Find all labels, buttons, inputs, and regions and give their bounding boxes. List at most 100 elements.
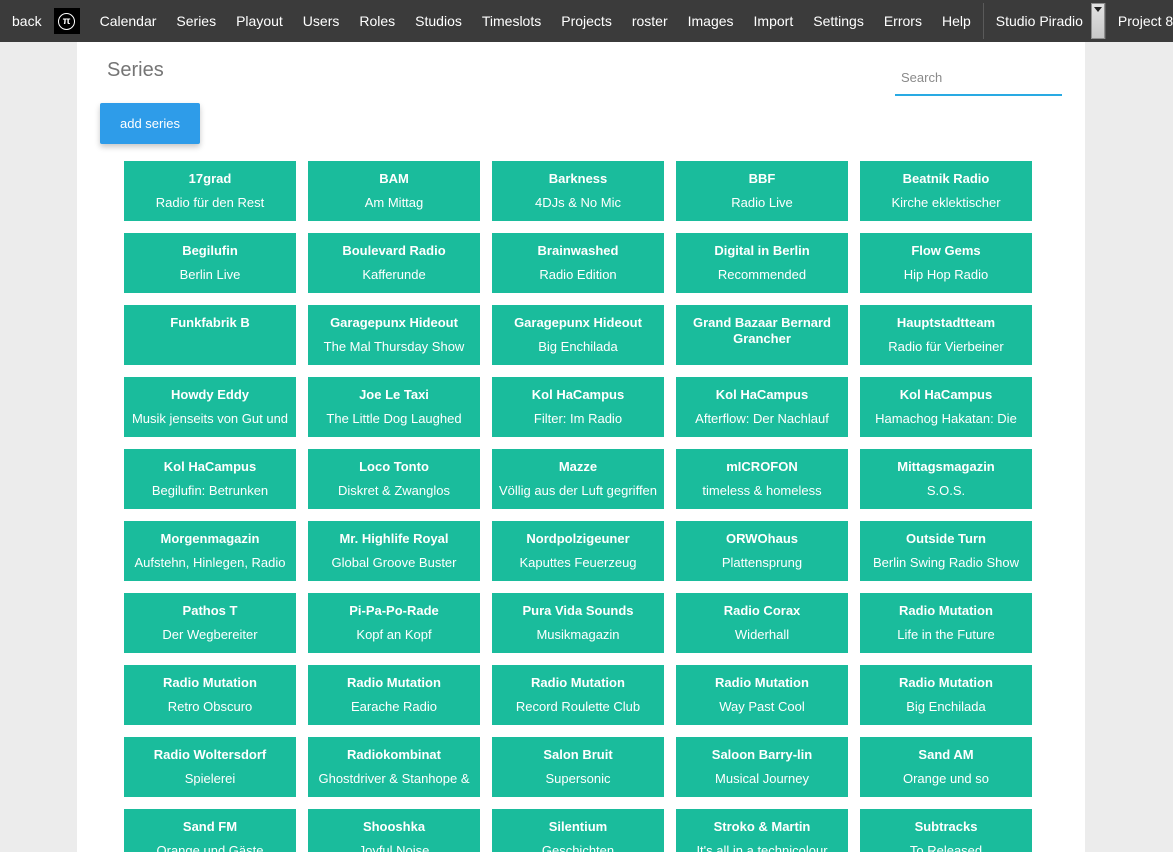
series-card[interactable]: Kol HaCampus Afterflow: Der Nachlauf	[676, 377, 848, 437]
nav-links: Calendar Series Playout Users Roles Stud…	[90, 13, 981, 29]
series-card[interactable]: Radio Mutation Retro Obscuro	[124, 665, 296, 725]
series-title: Radio Mutation	[498, 675, 658, 691]
series-card[interactable]: Kol HaCampus Filter: Im Radio	[492, 377, 664, 437]
series-title: Garagepunx Hideout	[314, 315, 474, 331]
app-logo[interactable]: π	[54, 8, 80, 34]
nav-item-help[interactable]: Help	[932, 13, 981, 29]
series-card[interactable]: Hauptstadtteam Radio für Vierbeiner	[860, 305, 1032, 365]
series-card[interactable]: Outside Turn Berlin Swing Radio Show	[860, 521, 1032, 581]
series-card[interactable]: Salon Bruit Supersonic	[492, 737, 664, 797]
series-card[interactable]: Mittagsmagazin S.O.S.	[860, 449, 1032, 509]
nav-item-series[interactable]: Series	[166, 13, 226, 29]
nav-item-playout[interactable]: Playout	[226, 13, 293, 29]
series-card[interactable]: Radio Corax Widerhall	[676, 593, 848, 653]
series-card[interactable]: Barkness 4DJs & No Mic	[492, 161, 664, 221]
series-card[interactable]: Boulevard Radio Kafferunde	[308, 233, 480, 293]
series-card[interactable]: Saloon Barry-lin Musical Journey	[676, 737, 848, 797]
series-card[interactable]: Mr. Highlife Royal Global Groove Buster	[308, 521, 480, 581]
series-card[interactable]: Sand FM Orange und Gäste	[124, 809, 296, 852]
nav-item-roles[interactable]: Roles	[349, 13, 405, 29]
nav-item-studios[interactable]: Studios	[405, 13, 472, 29]
series-card[interactable]: Howdy Eddy Musik jenseits von Gut und	[124, 377, 296, 437]
chevron-down-icon[interactable]	[1091, 3, 1105, 39]
series-subtitle: Orange und so	[866, 771, 1026, 786]
add-series-button[interactable]: add series	[100, 103, 200, 144]
series-subtitle: Hip Hop Radio	[866, 267, 1026, 282]
series-card[interactable]: Stroko & Martin It's all in a technicolo…	[676, 809, 848, 852]
series-card[interactable]: BBF Radio Live	[676, 161, 848, 221]
project-select[interactable]: Project 88vier	[1105, 3, 1173, 39]
series-card[interactable]: Morgenmagazin Aufstehn, Hinlegen, Radio	[124, 521, 296, 581]
nav-item-errors[interactable]: Errors	[874, 13, 932, 29]
series-card[interactable]: ORWOhaus Plattensprung	[676, 521, 848, 581]
series-card[interactable]: Brainwashed Radio Edition	[492, 233, 664, 293]
series-subtitle: Kirche eklektischer	[866, 195, 1026, 210]
series-card[interactable]: Begilufin Berlin Live	[124, 233, 296, 293]
content-panel: Series add series 17grad Radio für den R…	[77, 42, 1085, 852]
series-card[interactable]: BAM Am Mittag	[308, 161, 480, 221]
series-card[interactable]: Radiokombinat Ghostdriver & Stanhope &	[308, 737, 480, 797]
series-subtitle: The Little Dog Laughed	[314, 411, 474, 426]
series-card[interactable]: Radio Woltersdorf Spielerei	[124, 737, 296, 797]
series-card[interactable]: Beatnik Radio Kirche eklektischer	[860, 161, 1032, 221]
search-input[interactable]	[895, 60, 1062, 96]
series-card[interactable]: Joe Le Taxi The Little Dog Laughed	[308, 377, 480, 437]
series-card[interactable]: Funkfabrik B	[124, 305, 296, 365]
back-link[interactable]: back	[10, 13, 48, 29]
series-subtitle: Völlig aus der Luft gegriffen	[498, 483, 658, 498]
series-subtitle: Aufstehn, Hinlegen, Radio	[130, 555, 290, 570]
series-subtitle: Spielerei	[130, 771, 290, 786]
series-card[interactable]: Radio Mutation Record Roulette Club	[492, 665, 664, 725]
series-title: Radio Woltersdorf	[130, 747, 290, 763]
series-subtitle: Radio für den Rest	[130, 195, 290, 210]
series-subtitle: Kaputtes Feuerzeug	[498, 555, 658, 570]
series-card[interactable]: Nordpolzigeuner Kaputtes Feuerzeug	[492, 521, 664, 581]
series-card[interactable]: Garagepunx Hideout Big Enchilada	[492, 305, 664, 365]
series-title: Radio Mutation	[682, 675, 842, 691]
series-card[interactable]: Radio Mutation Way Past Cool	[676, 665, 848, 725]
series-card[interactable]: Kol HaCampus Begilufin: Betrunken	[124, 449, 296, 509]
series-card[interactable]: mICROFON timeless & homeless	[676, 449, 848, 509]
series-title: ORWOhaus	[682, 531, 842, 547]
series-title: Boulevard Radio	[314, 243, 474, 259]
nav-item-timeslots[interactable]: Timeslots	[472, 13, 551, 29]
nav-item-calendar[interactable]: Calendar	[90, 13, 167, 29]
series-card[interactable]: Subtracks To Released	[860, 809, 1032, 852]
nav-item-images[interactable]: Images	[678, 13, 744, 29]
series-subtitle: Radio für Vierbeiner	[866, 339, 1026, 354]
series-subtitle: 4DJs & No Mic	[498, 195, 658, 210]
studio-select[interactable]: Studio Piradio	[983, 3, 1105, 39]
series-subtitle: Geschichten	[498, 843, 658, 852]
series-card[interactable]: Silentium Geschichten	[492, 809, 664, 852]
series-title: Kol HaCampus	[866, 387, 1026, 403]
series-card[interactable]: Pura Vida Sounds Musikmagazin	[492, 593, 664, 653]
series-card[interactable]: Shooshka Joyful Noise	[308, 809, 480, 852]
series-card[interactable]: Radio Mutation Earache Radio	[308, 665, 480, 725]
nav-item-settings[interactable]: Settings	[803, 13, 874, 29]
series-title: Pura Vida Sounds	[498, 603, 658, 619]
series-title: Beatnik Radio	[866, 171, 1026, 187]
series-card[interactable]: Mazze Völlig aus der Luft gegriffen	[492, 449, 664, 509]
nav-item-users[interactable]: Users	[293, 13, 350, 29]
series-card[interactable]: Radio Mutation Life in the Future	[860, 593, 1032, 653]
series-subtitle: Berlin Live	[130, 267, 290, 282]
series-card[interactable]: Grand Bazaar Bernard Grancher	[676, 305, 848, 365]
series-subtitle: Orange und Gäste	[130, 843, 290, 852]
series-card[interactable]: Garagepunx Hideout The Mal Thursday Show	[308, 305, 480, 365]
series-title: Howdy Eddy	[130, 387, 290, 403]
series-title: Sand AM	[866, 747, 1026, 763]
series-card[interactable]: Digital in Berlin Recommended	[676, 233, 848, 293]
series-card[interactable]: Pi-Pa-Po-Rade Kopf an Kopf	[308, 593, 480, 653]
nav-item-import[interactable]: Import	[744, 13, 804, 29]
series-subtitle: Musikmagazin	[498, 627, 658, 642]
series-title: Outside Turn	[866, 531, 1026, 547]
series-card[interactable]: Kol HaCampus Hamachog Hakatan: Die	[860, 377, 1032, 437]
nav-item-roster[interactable]: roster	[622, 13, 678, 29]
series-card[interactable]: Loco Tonto Diskret & Zwanglos	[308, 449, 480, 509]
series-card[interactable]: Radio Mutation Big Enchilada	[860, 665, 1032, 725]
series-card[interactable]: Flow Gems Hip Hop Radio	[860, 233, 1032, 293]
series-card[interactable]: 17grad Radio für den Rest	[124, 161, 296, 221]
series-card[interactable]: Pathos T Der Wegbereiter	[124, 593, 296, 653]
series-card[interactable]: Sand AM Orange und so	[860, 737, 1032, 797]
nav-item-projects[interactable]: Projects	[551, 13, 622, 29]
